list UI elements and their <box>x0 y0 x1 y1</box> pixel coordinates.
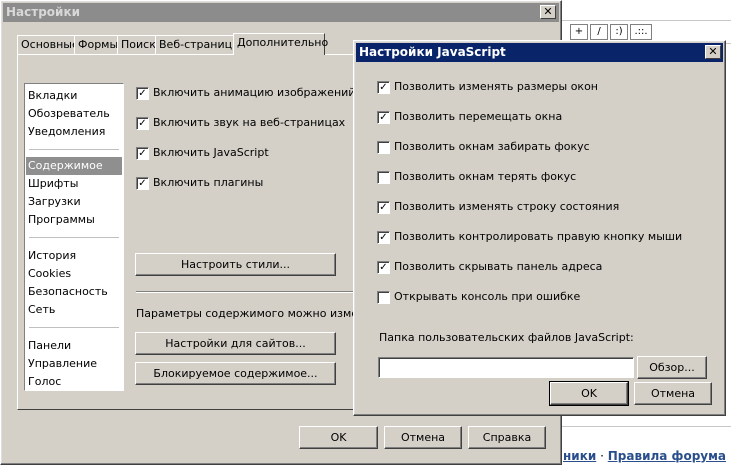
js-ok-button[interactable]: OK <box>549 381 629 406</box>
option-label: Включить JavaScript <box>153 146 269 159</box>
list-item[interactable]: Безопасность <box>26 283 122 301</box>
list-item[interactable]: Голос <box>26 373 122 391</box>
list-separator <box>29 237 119 238</box>
option-label: Позволить контролировать правую кнопку м… <box>394 230 683 243</box>
tab-general[interactable]: Основные <box>17 35 83 54</box>
list-item-selected[interactable]: Содержимое <box>26 157 122 175</box>
list-item[interactable]: Загрузки <box>26 193 122 211</box>
js-dialog-title: Настройки JavaScript <box>359 45 506 59</box>
js-titlebar[interactable]: Настройки JavaScript ✕ <box>356 43 723 62</box>
list-item[interactable]: Шрифты <box>26 175 122 193</box>
option-label: Включить анимацию изображений <box>153 86 356 99</box>
checkbox[interactable]: ✓ <box>377 231 390 244</box>
bg-toolbar-slash-button[interactable]: / <box>590 24 608 40</box>
bg-footer-link-rules[interactable]: Правила форума <box>608 449 726 463</box>
checkbox[interactable] <box>377 291 390 304</box>
list-item[interactable]: История <box>26 247 122 265</box>
option-label: Позволить скрывать панель адреса <box>394 260 603 273</box>
site-settings-button[interactable]: Настройки для сайтов... <box>135 332 336 355</box>
tab-forms[interactable]: Формы <box>74 35 123 54</box>
option-label: Позволить изменять строку состояния <box>394 200 620 213</box>
javascript-settings-dialog: Настройки JavaScript ✕ ✓ Позволить измен… <box>353 40 726 416</box>
bg-toolbar-plus-button[interactable]: + <box>570 24 588 40</box>
section-separator <box>136 291 356 293</box>
bg-footer-link-partial[interactable]: ники <box>563 449 596 463</box>
close-icon: ✕ <box>708 45 718 58</box>
list-separator <box>29 149 119 150</box>
settings-help-button[interactable]: Справка <box>468 426 546 449</box>
js-folder-label: Папка пользовательских файлов JavaScript… <box>379 331 634 344</box>
tab-search[interactable]: Поиск <box>117 35 160 54</box>
checkbox[interactable]: ✓ <box>377 111 390 124</box>
checkbox[interactable]: ✓ <box>377 201 390 214</box>
category-list[interactable]: Вкладки Обозреватель Уведомления Содержи… <box>24 83 124 391</box>
settings-close-button[interactable]: ✕ <box>540 5 556 19</box>
checkbox[interactable]: ✓ <box>377 261 390 274</box>
checkbox[interactable]: ✓ <box>136 117 149 130</box>
tab-webpages[interactable]: Веб-страницы <box>155 35 245 54</box>
list-item[interactable]: Обозреватель <box>26 105 122 123</box>
settings-title: Настройки <box>6 5 81 19</box>
blocked-content-button[interactable]: Блокируемое содержимое... <box>135 362 336 385</box>
close-icon: ✕ <box>543 5 553 18</box>
option-label: Открывать консоль при ошибке <box>394 290 581 303</box>
option-label: Позволить окнам забирать фокус <box>394 140 590 153</box>
checkbox[interactable]: ✓ <box>377 81 390 94</box>
bg-footer-links: ники · Правила форума · I <box>563 449 731 463</box>
browse-button[interactable]: Обзор... <box>637 356 707 379</box>
tab-advanced[interactable]: Дополнительно <box>233 33 328 55</box>
bg-toolbar-smile-button[interactable]: :) <box>610 24 628 40</box>
background-divider <box>560 426 731 427</box>
option-label: Позволить изменять размеры окон <box>394 80 598 93</box>
list-item[interactable]: Cookies <box>26 265 122 283</box>
background-divider <box>560 20 731 21</box>
option-label: Включить звук на веб-страницах <box>153 116 346 129</box>
js-cancel-button[interactable]: Отмена <box>634 382 712 405</box>
option-label: Позволить окнам терять фокус <box>394 170 577 183</box>
js-close-button[interactable]: ✕ <box>705 45 721 59</box>
checkbox[interactable] <box>377 141 390 154</box>
list-item[interactable]: Вкладки <box>26 87 122 105</box>
checkbox[interactable]: ✓ <box>136 87 149 100</box>
list-item[interactable]: Управление <box>26 355 122 373</box>
configure-styles-button[interactable]: Настроить стили... <box>135 253 336 276</box>
checkbox[interactable]: ✓ <box>136 177 149 190</box>
checkbox[interactable]: ✓ <box>136 147 149 160</box>
bg-toolbar-dots-button[interactable]: .::. <box>630 24 652 40</box>
list-item[interactable]: Уведомления <box>26 123 122 141</box>
list-item[interactable]: Сеть <box>26 301 122 319</box>
settings-cancel-button[interactable]: Отмена <box>384 426 462 449</box>
site-params-text: Параметры содержимого можно изменить д <box>136 307 356 320</box>
checkbox[interactable] <box>377 171 390 184</box>
option-label: Включить плагины <box>153 176 264 189</box>
option-label: Позволить перемещать окна <box>394 110 563 123</box>
list-item[interactable]: Панели <box>26 337 122 355</box>
js-folder-input[interactable] <box>378 357 634 378</box>
settings-titlebar[interactable]: Настройки ✕ <box>3 3 559 22</box>
bg-footer-separator: · <box>600 449 604 463</box>
settings-ok-button[interactable]: OK <box>299 426 378 449</box>
list-item[interactable]: Программы <box>26 211 122 229</box>
list-separator <box>29 327 119 328</box>
